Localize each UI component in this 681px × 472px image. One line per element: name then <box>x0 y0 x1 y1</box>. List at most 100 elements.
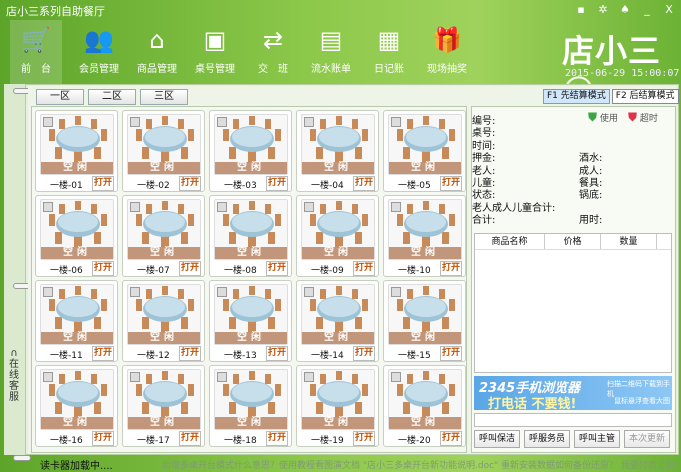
open-table-button[interactable]: 打开 <box>353 346 375 361</box>
table-card[interactable]: 空闲 一楼-10 打开 <box>383 195 466 277</box>
toolbar-shift-change[interactable]: ⇄ 交 班 <box>244 20 302 84</box>
mode-button[interactable]: F2 后结算模式 <box>611 89 679 104</box>
table-card[interactable]: 空闲 一楼-19 打开 <box>296 365 379 447</box>
call-button[interactable]: 本次更新 <box>624 430 670 448</box>
toolbar-table-number[interactable]: ▣ 桌号管理 <box>186 20 244 84</box>
mode-button[interactable]: F1 先结算模式 <box>543 89 610 104</box>
open-table-button[interactable]: 打开 <box>179 176 201 191</box>
open-table-button[interactable]: 打开 <box>266 346 288 361</box>
open-table-button[interactable]: 打开 <box>353 261 375 276</box>
toolbar-gift[interactable]: 🎁 现场抽奖 <box>418 20 476 84</box>
table-card[interactable]: 空闲 一楼-14 打开 <box>296 280 379 362</box>
settlement-modes: F1 先结算模式 F2 后结算模式 <box>543 89 679 104</box>
table-card[interactable]: 空闲 一楼-05 打开 <box>383 110 466 192</box>
table-card[interactable]: 空闲 一楼-13 打开 <box>209 280 292 362</box>
bill-icon: ▤ <box>319 26 343 54</box>
toolbar-label: 交 班 <box>258 64 288 75</box>
news-ticker[interactable]: 新增多桌开台模式什么意思？使用教程看图演文档 "店小三多桌开台新功能说明.doc… <box>162 458 677 471</box>
open-table-button[interactable]: 打开 <box>440 431 462 446</box>
toolbar-label: 商品管理 <box>137 64 177 75</box>
shield-check-icon: ⛊ <box>588 110 598 124</box>
members-icon: 👥 <box>84 26 114 54</box>
table-name: 一楼-10 <box>398 266 431 276</box>
call-button[interactable]: 呼服务员 <box>524 430 570 448</box>
open-table-button[interactable]: 打开 <box>353 431 375 446</box>
table-checkbox[interactable] <box>217 372 227 382</box>
open-table-button[interactable]: 打开 <box>266 431 288 446</box>
table-checkbox[interactable] <box>130 117 140 127</box>
table-card[interactable]: 空闲 一楼-18 打开 <box>209 365 292 447</box>
column-header[interactable]: 价格 <box>545 234 601 249</box>
zone-tab[interactable]: 二区 <box>88 89 136 105</box>
table-card[interactable]: 空闲 一楼-16 打开 <box>35 365 118 447</box>
call-button[interactable]: 呼叫保洁 <box>474 430 520 448</box>
open-table-button[interactable]: 打开 <box>266 261 288 276</box>
column-header[interactable]: 数量 <box>601 234 657 249</box>
table-card[interactable]: 空闲 一楼-04 打开 <box>296 110 379 192</box>
shirt-icon[interactable]: ♠ <box>617 2 633 18</box>
open-table-button[interactable]: 打开 <box>440 176 462 191</box>
open-table-button[interactable]: 打开 <box>179 261 201 276</box>
open-table-button[interactable]: 打开 <box>266 176 288 191</box>
table-checkbox[interactable] <box>43 117 53 127</box>
online-service[interactable]: ∩ 在线客服 <box>7 348 21 403</box>
open-table-button[interactable]: 打开 <box>92 346 114 361</box>
table-card[interactable]: 空闲 一楼-01 打开 <box>35 110 118 192</box>
open-table-button[interactable]: 打开 <box>92 176 114 191</box>
table-card[interactable]: 空闲 一楼-20 打开 <box>383 365 466 447</box>
table-card[interactable]: 空闲 一楼-06 打开 <box>35 195 118 277</box>
table-checkbox[interactable] <box>43 287 53 297</box>
table-card[interactable]: 空闲 一楼-11 打开 <box>35 280 118 362</box>
table-status: 空闲 <box>128 247 200 259</box>
table-checkbox[interactable] <box>130 287 140 297</box>
table-status: 空闲 <box>215 332 287 344</box>
close-icon[interactable]: X <box>661 2 677 18</box>
table-checkbox[interactable] <box>130 202 140 212</box>
open-table-button[interactable]: 打开 <box>440 346 462 361</box>
table-checkbox[interactable] <box>43 202 53 212</box>
table-checkbox[interactable] <box>304 372 314 382</box>
table-checkbox[interactable] <box>391 117 401 127</box>
toolbar-bill[interactable]: ▤ 流水账单 <box>302 20 360 84</box>
minimize-icon[interactable]: _ <box>639 2 655 18</box>
table-checkbox[interactable] <box>130 372 140 382</box>
zone-tab[interactable]: 一区 <box>36 89 84 105</box>
table-checkbox[interactable] <box>391 372 401 382</box>
open-table-button[interactable]: 打开 <box>440 261 462 276</box>
table-checkbox[interactable] <box>304 287 314 297</box>
table-card[interactable]: 空闲 一楼-03 打开 <box>209 110 292 192</box>
splitter-handle[interactable] <box>13 455 31 461</box>
table-card[interactable]: 空闲 一楼-17 打开 <box>122 365 205 447</box>
toolbar-journal[interactable]: ▦ 日记账 <box>360 20 418 84</box>
table-checkbox[interactable] <box>217 202 227 212</box>
zone-tab[interactable]: 三区 <box>140 89 188 105</box>
table-card[interactable]: 空闲 一楼-12 打开 <box>122 280 205 362</box>
table-checkbox[interactable] <box>304 117 314 127</box>
table-card[interactable]: 空闲 一楼-08 打开 <box>209 195 292 277</box>
open-table-button[interactable]: 打开 <box>353 176 375 191</box>
open-table-button[interactable]: 打开 <box>92 431 114 446</box>
table-status: 空闲 <box>41 162 113 174</box>
call-button[interactable]: 呼叫主管 <box>574 430 620 448</box>
toolbar-members[interactable]: 👥 会员管理 <box>70 20 128 84</box>
table-card[interactable]: 空闲 一楼-07 打开 <box>122 195 205 277</box>
open-table-button[interactable]: 打开 <box>179 431 201 446</box>
table-card[interactable]: 空闲 一楼-09 打开 <box>296 195 379 277</box>
open-table-button[interactable]: 打开 <box>92 261 114 276</box>
column-header[interactable]: 商品名称 <box>475 234 545 249</box>
table-checkbox[interactable] <box>217 287 227 297</box>
message-icon[interactable]: ▪ <box>573 2 589 18</box>
open-table-button[interactable]: 打开 <box>179 346 201 361</box>
table-checkbox[interactable] <box>43 372 53 382</box>
gear-icon[interactable]: ✲ <box>595 2 611 18</box>
table-status: 空闲 <box>302 332 374 344</box>
table-card[interactable]: 空闲 一楼-15 打开 <box>383 280 466 362</box>
table-checkbox[interactable] <box>391 202 401 212</box>
table-card[interactable]: 空闲 一楼-02 打开 <box>122 110 205 192</box>
table-checkbox[interactable] <box>217 117 227 127</box>
toolbar-cart[interactable]: 🛒 前 台 <box>10 20 62 84</box>
table-checkbox[interactable] <box>391 287 401 297</box>
table-checkbox[interactable] <box>304 202 314 212</box>
ad-banner[interactable]: 2345手机浏览器 打电话 不要钱! 扫描二维码下载到手机 鼠标悬浮查看大图 <box>474 376 672 410</box>
toolbar-warehouse[interactable]: ⌂ 商品管理 <box>128 20 186 84</box>
